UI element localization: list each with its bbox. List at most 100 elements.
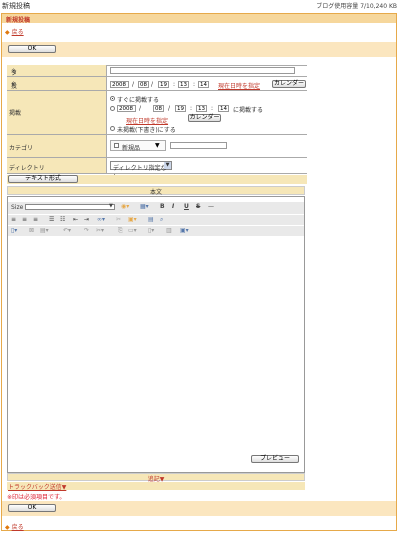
rich-text-editor: Size ▼ ◉▾ ▦▾ B I U S — ≡ ≡ ≡ ☰ ☷ ⇤ ⇥ ∞▾ … [7, 196, 305, 473]
undo-icon[interactable]: ↶▾ [63, 227, 71, 234]
back-link-top[interactable]: ◆ 戻る [5, 27, 24, 36]
new-item-checkbox[interactable] [114, 143, 119, 148]
align-right-icon[interactable]: ≡ [33, 216, 38, 223]
trackback-bar: トラックバック送信▼ [7, 482, 305, 491]
emoji-icon[interactable]: ▣▾ [180, 227, 189, 234]
editor-toolbar-row1: Size ▼ ◉▾ ▦▾ B I U S — [8, 202, 304, 214]
back-link-bottom[interactable]: ◆ 戻る [5, 522, 24, 531]
publish-calendar-button[interactable]: カレンダー [188, 114, 221, 122]
code-icon[interactable]: ▤▾ [40, 227, 49, 234]
category-row: カテゴリ 新規品 ▼ [7, 135, 307, 158]
paste-icon[interactable]: ▭▾ [128, 227, 137, 234]
back-arrow-icon: ◆ [5, 524, 10, 531]
body-header: 本文 [7, 186, 305, 196]
publish-at-radio[interactable] [110, 106, 115, 111]
title-row: タイトル※ [7, 65, 307, 104]
text-format-button[interactable]: テキスト形式 [8, 175, 78, 183]
publish-now-radio[interactable] [110, 96, 115, 101]
post-date-label-cell: 投稿日時※ [7, 77, 107, 117]
table-icon[interactable]: ▦▾ [140, 203, 149, 210]
time-sep: : [193, 81, 196, 88]
publish-label: 掲載 [9, 110, 22, 117]
post-year-input[interactable]: 2008 [110, 81, 129, 88]
section-titlebar: 新規投稿 [2, 14, 396, 24]
bold-icon[interactable]: B [160, 203, 165, 210]
directory-label: ディレクトリ [9, 165, 45, 172]
format-icon[interactable]: ▯▾ [11, 227, 17, 234]
post-day-input[interactable]: 19 [158, 81, 169, 88]
strikethrough-icon[interactable]: S [196, 203, 200, 210]
title-input[interactable] [110, 67, 295, 74]
remove-format-icon[interactable]: ⊠ [29, 227, 34, 234]
publish-year-input[interactable]: 2008 [117, 105, 136, 112]
date-sep: / [168, 105, 171, 112]
ok-button-bottom[interactable]: OK [8, 504, 56, 512]
append-bar[interactable]: 追記▼ [7, 473, 305, 483]
top-action-bar: OK [2, 42, 396, 57]
calendar-button[interactable]: カレンダー [272, 80, 306, 88]
set-now-link[interactable]: 現在日時を指定 [218, 81, 260, 90]
ok-button-top[interactable]: OK [8, 45, 56, 53]
time-sep: : [173, 81, 176, 88]
media-icon[interactable]: ▤ [148, 216, 154, 223]
publish-month-input[interactable]: 08 [153, 105, 164, 112]
editor-content-area[interactable] [9, 238, 304, 449]
trackback-toggle[interactable]: トラックバック送信▼ [8, 482, 66, 491]
italic-icon[interactable]: I [172, 203, 174, 210]
body-header-label: 本文 [149, 189, 162, 196]
back-label: 戻る [11, 29, 24, 36]
indent-icon[interactable]: ⇥ [84, 216, 89, 223]
preview-button[interactable]: プレビュー [251, 455, 299, 463]
post-minute-input[interactable]: 14 [198, 81, 209, 88]
publish-now-label: すぐに掲載する [117, 97, 160, 104]
editor-toolbar-row3: ▯▾ ⊠ ▤▾ ↶▾ ↷ ✂▾ ⎘ ▭▾ ▯▾ ▥ ▣▾ [8, 226, 304, 236]
size-label: Size [11, 204, 24, 211]
section-title: 新規投稿 [6, 17, 31, 24]
back-arrow-icon: ◆ [5, 29, 10, 36]
blog-usage-text: ブログ使用容量 7/10,240 KB [316, 3, 397, 10]
publish-row: 掲載 すぐに掲載する 2008 / 08 / 19 : 13 : 14 に掲載す… [7, 91, 307, 135]
required-mark: ※ [11, 81, 17, 88]
post-month-input[interactable]: 08 [138, 81, 149, 88]
publish-day-input[interactable]: 19 [175, 105, 186, 112]
publish-minute-input[interactable]: 14 [218, 105, 229, 112]
redo-icon[interactable]: ↷ [84, 227, 89, 234]
chevron-down-icon: ▼ [109, 203, 113, 209]
publish-set-now-link[interactable]: 現在日時を指定 [126, 116, 168, 125]
chevron-down-icon: ▼ [164, 162, 171, 169]
image-icon[interactable]: ▣▾ [128, 216, 137, 223]
text-format-bar: テキスト形式 [7, 175, 307, 184]
time-sep: : [211, 105, 214, 112]
copy-icon[interactable]: ⎘ [118, 227, 123, 235]
date-sep: / [139, 105, 142, 112]
unordered-list-icon[interactable]: ☰ [49, 216, 54, 223]
horizontal-rule-icon[interactable]: — [208, 203, 214, 210]
post-date-row: 投稿日時※ 2008 / 08 / 19 : 13 : 14 現在日時を指定 カ… [7, 77, 307, 117]
html-icon[interactable]: ▥ [166, 227, 172, 234]
font-color-icon[interactable]: ◉▾ [121, 203, 129, 210]
new-item-label: 新規品 [122, 145, 141, 152]
post-hour-input[interactable]: 13 [178, 81, 189, 88]
category-selector[interactable]: 新規品 ▼ [110, 140, 166, 152]
new-category-input[interactable] [170, 142, 227, 149]
find-icon[interactable]: ▯▾ [148, 227, 154, 234]
link-icon[interactable]: ∞▾ [97, 216, 105, 223]
date-sep: / [132, 81, 135, 88]
publish-hour-input[interactable]: 13 [196, 105, 207, 112]
editor-toolbar-row2: ≡ ≡ ≡ ☰ ☷ ⇤ ⇥ ∞▾ ✂ ▣▾ ▤ ⌕ [8, 215, 304, 225]
underline-icon[interactable]: U [184, 203, 189, 210]
category-label: カテゴリ [9, 145, 34, 152]
outdent-icon[interactable]: ⇤ [73, 216, 78, 223]
directory-select[interactable]: ディレクトリ指定なし ▼ [110, 161, 172, 181]
zoom-icon[interactable]: ⌕ [160, 216, 163, 224]
cut-icon[interactable]: ✂▾ [96, 227, 104, 234]
title-label-cell: タイトル※ [7, 65, 107, 104]
ordered-list-icon[interactable]: ☷ [60, 216, 65, 223]
directory-row: ディレクトリ ディレクトリ指定なし ▼ [7, 158, 307, 181]
font-size-select[interactable] [25, 204, 115, 210]
align-left-icon[interactable]: ≡ [11, 216, 16, 223]
align-center-icon[interactable]: ≡ [22, 216, 27, 223]
publish-label-cell: 掲載 [7, 91, 107, 134]
unlink-icon[interactable]: ✂ [116, 216, 121, 223]
publish-draft-radio[interactable] [110, 126, 115, 131]
